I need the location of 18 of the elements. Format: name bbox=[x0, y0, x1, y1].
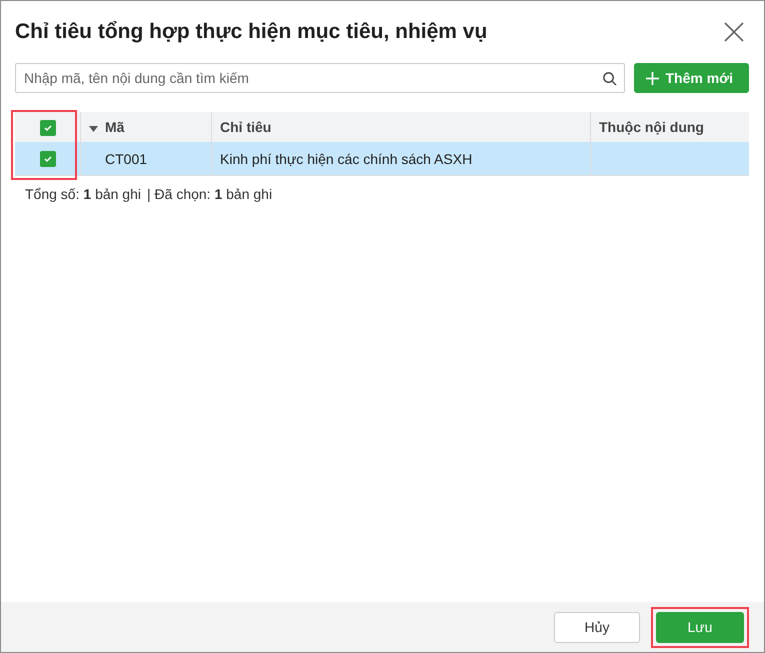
close-button[interactable] bbox=[722, 20, 746, 44]
column-header[interactable]: Mã bbox=[80, 112, 212, 142]
check-icon bbox=[44, 155, 52, 164]
table-cell: CT001 bbox=[80, 142, 212, 176]
column-header[interactable]: Thuộc nội dung bbox=[590, 112, 749, 142]
dialog-title: Chỉ tiêu tổng hợp thực hiện mục tiêu, nhiệm vụ bbox=[15, 20, 488, 44]
plus-icon bbox=[646, 72, 660, 84]
table-cell: Kinh phí thực hiện các chính sách ASXH bbox=[212, 142, 590, 176]
sort-arrow-icon bbox=[89, 126, 98, 132]
search-icon bbox=[602, 71, 618, 86]
search-field[interactable]: Nhập mã, tên nội dung cần tìm kiếm bbox=[15, 63, 626, 93]
cancel-button[interactable]: Hủy bbox=[554, 612, 640, 642]
selected-count: | Đã chọn: 1 bản ghi bbox=[147, 186, 272, 202]
check-icon bbox=[44, 124, 52, 132]
select-all-checkbox[interactable] bbox=[40, 120, 56, 136]
column-header[interactable]: Chỉ tiêu bbox=[212, 112, 590, 142]
row-checkbox[interactable] bbox=[40, 151, 56, 168]
total-count: Tổng số: 1 bản ghi bbox=[25, 186, 141, 202]
